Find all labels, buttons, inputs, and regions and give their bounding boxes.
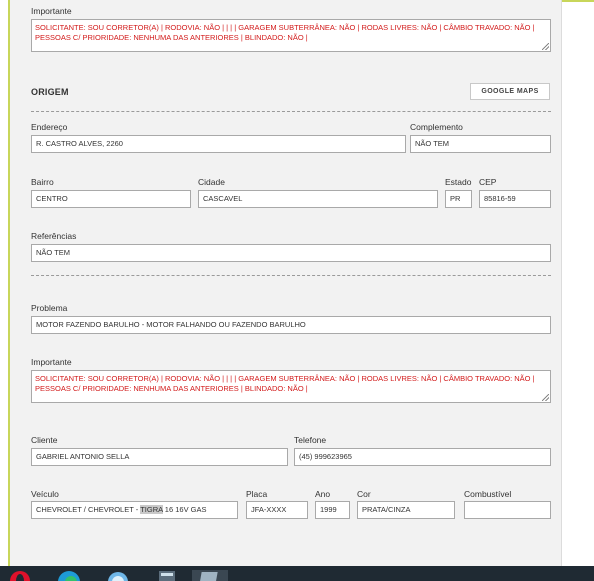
referencias-label: Referências — [31, 231, 77, 241]
origem-divider — [31, 111, 551, 112]
veiculo-label: Veículo — [31, 489, 59, 499]
estado-label: Estado — [445, 177, 472, 187]
complemento-field[interactable]: NÃO TEM — [410, 135, 551, 153]
cidade-field[interactable]: CASCAVEL — [198, 190, 438, 208]
ano-field[interactable]: 1999 — [315, 501, 350, 519]
telefone-field[interactable]: (45) 999623965 — [294, 448, 551, 466]
veiculo-text-prefix: CHEVROLET / CHEVROLET - — [36, 505, 141, 514]
bairro-label: Bairro — [31, 177, 54, 187]
app-icon[interactable] — [192, 570, 228, 581]
combustivel-label: Combustível — [464, 489, 512, 499]
resize-grip-icon[interactable] — [542, 394, 549, 401]
veiculo-text-suffix: 16 16V GAS — [162, 505, 207, 514]
problema-label: Problema — [31, 303, 68, 313]
cidade-label: Cidade — [198, 177, 225, 187]
taskbar — [0, 566, 594, 581]
telefone-label: Telefone — [294, 435, 327, 445]
placa-label: Placa — [246, 489, 268, 499]
importante-top-text: SOLICITANTE: SOU CORRETOR(A) | RODOVIA: … — [35, 23, 535, 42]
complemento-label: Complemento — [410, 122, 463, 132]
cliente-field[interactable]: GABRIEL ANTONIO SELLA — [31, 448, 288, 466]
estado-field[interactable]: PR — [445, 190, 472, 208]
origem-title: ORIGEM — [31, 87, 69, 97]
page-edge — [0, 0, 8, 566]
importante-bottom-textarea[interactable]: SOLICITANTE: SOU CORRETOR(A) | RODOVIA: … — [31, 370, 551, 403]
combustivel-field[interactable] — [464, 501, 551, 519]
importante-top-textarea[interactable]: SOLICITANTE: SOU CORRETOR(A) | RODOVIA: … — [31, 19, 551, 52]
importante-bottom-label: Importante — [31, 357, 72, 367]
opera-icon[interactable] — [8, 570, 32, 581]
importante-bottom-text: SOLICITANTE: SOU CORRETOR(A) | RODOVIA: … — [35, 374, 535, 393]
veiculo-field[interactable]: CHEVROLET / CHEVROLET - TIGRA 16 16V GAS — [31, 501, 238, 519]
edge-icon[interactable] — [56, 570, 82, 581]
problema-field[interactable]: MOTOR FAZENDO BARULHO - MOTOR FALHANDO O… — [31, 316, 551, 334]
veiculo-text-highlight: TIGRA — [140, 505, 163, 514]
cliente-label: Cliente — [31, 435, 58, 445]
cor-label: Cor — [357, 489, 371, 499]
calculator-icon[interactable] — [156, 570, 178, 581]
google-maps-button[interactable]: GOOGLE MAPS — [470, 83, 550, 100]
resize-grip-icon[interactable] — [542, 43, 549, 50]
importante-top-label: Importante — [31, 6, 72, 16]
referencias-field[interactable]: NÃO TEM — [31, 244, 551, 262]
ie-icon[interactable] — [106, 570, 130, 581]
ano-label: Ano — [315, 489, 331, 499]
cep-field[interactable]: 85816-59 — [479, 190, 551, 208]
cor-field[interactable]: PRATA/CINZA — [357, 501, 455, 519]
top-accent-line — [560, 0, 594, 2]
endereco-field[interactable]: R. CASTRO ALVES, 2260 — [31, 135, 406, 153]
bairro-field[interactable]: CENTRO — [31, 190, 191, 208]
cep-label: CEP — [479, 177, 497, 187]
endereco-label: Endereço — [31, 122, 68, 132]
referencias-divider — [31, 275, 551, 276]
placa-field[interactable]: JFA-XXXX — [246, 501, 308, 519]
